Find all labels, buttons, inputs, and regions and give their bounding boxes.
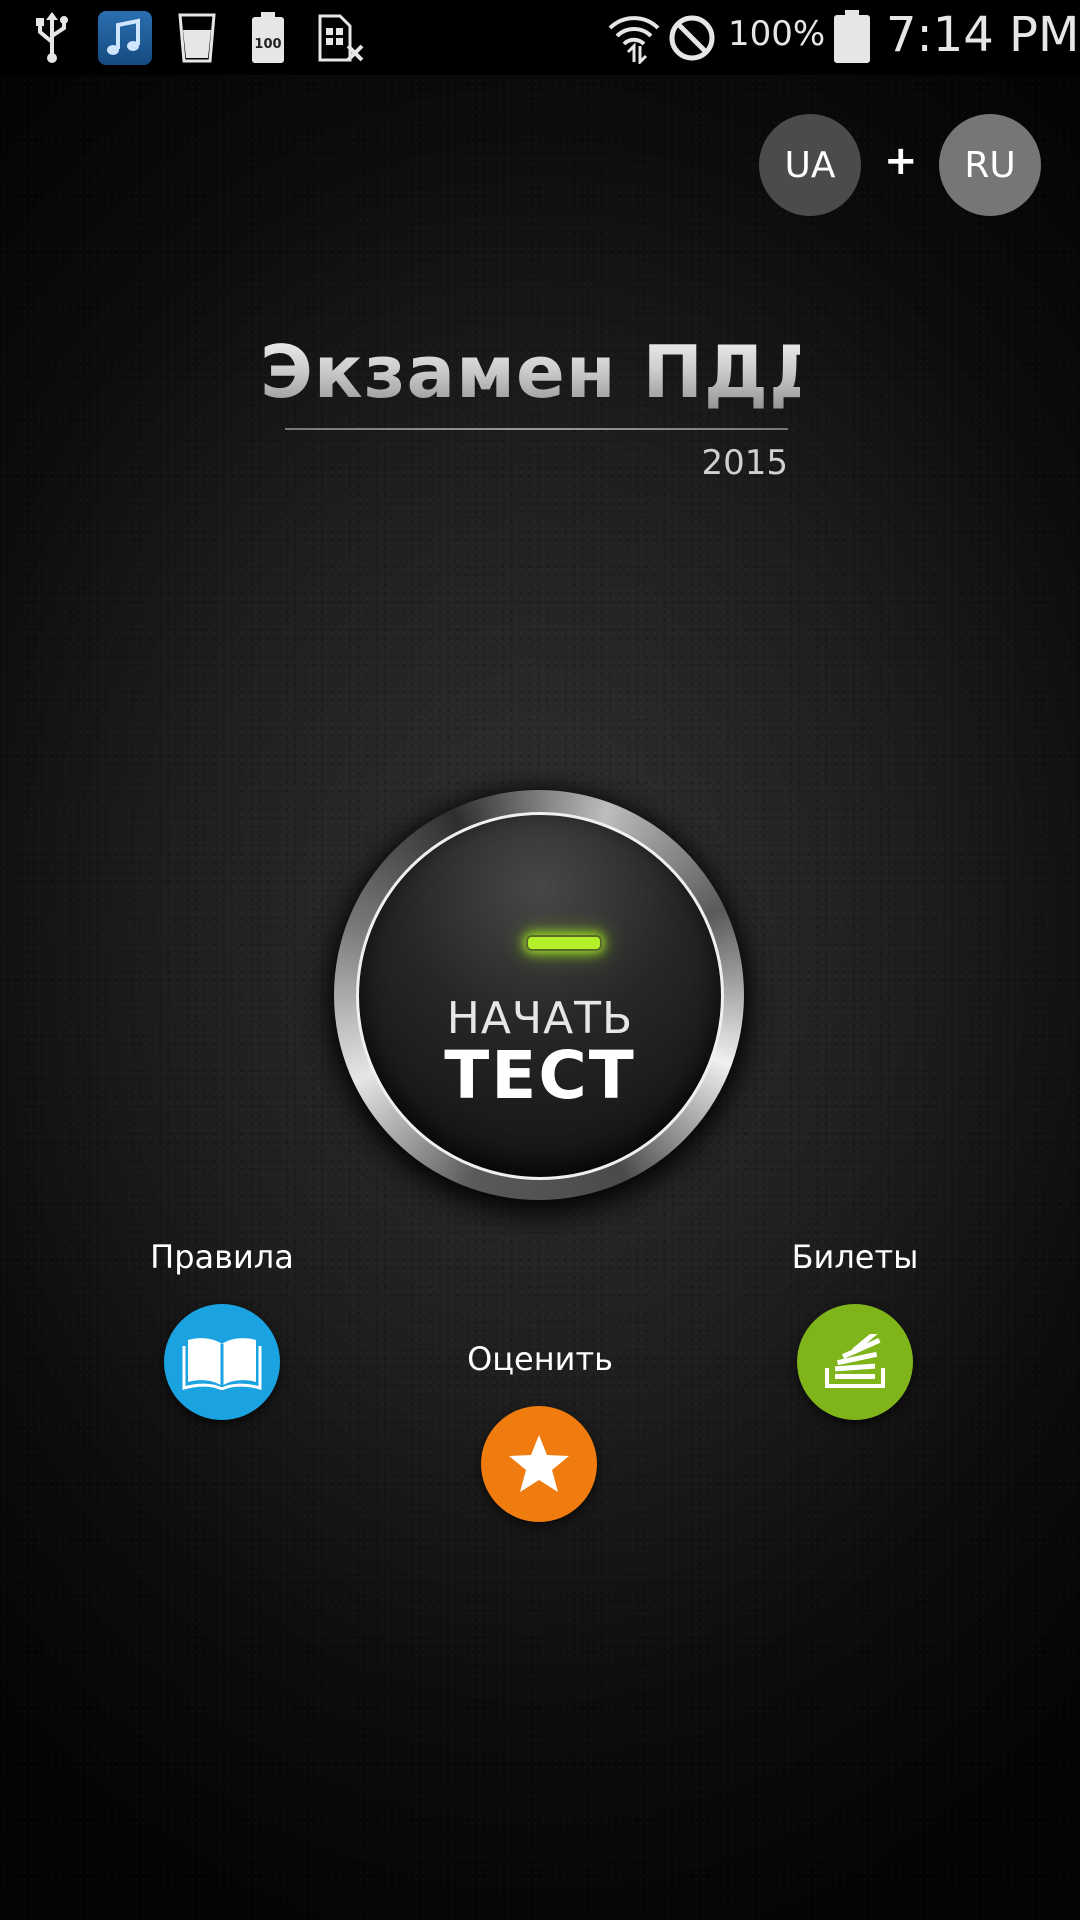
status-bar: 100 100% 7:14 PM — [0, 0, 1080, 75]
app-screen: 100 100% 7:14 PM UA + RU Экзамен ПДД 201… — [0, 0, 1080, 1920]
rate-button[interactable] — [481, 1406, 597, 1522]
usb-icon — [36, 12, 68, 63]
music-icon — [98, 11, 152, 65]
battery-100-icon: 100 — [252, 12, 284, 63]
indicator-light — [526, 935, 602, 951]
rules-button[interactable] — [164, 1304, 280, 1420]
sim-off-icon — [318, 14, 364, 62]
battery-percent: 100% — [728, 14, 826, 54]
start-test-label-bottom: ТЕСТ — [444, 1037, 636, 1114]
do-not-disturb-icon — [669, 15, 715, 61]
battery-icon — [834, 10, 870, 63]
clock: 7:14 PM — [886, 7, 1080, 63]
tickets-label: Билеты — [791, 1238, 919, 1276]
language-ru-button[interactable]: RU — [939, 114, 1041, 216]
book-icon — [182, 1338, 262, 1390]
rules-label: Правила — [150, 1238, 294, 1276]
rate-label: Оценить — [467, 1340, 613, 1378]
tickets-button[interactable] — [797, 1304, 913, 1420]
water-glass-icon — [178, 13, 216, 63]
language-ua-button[interactable]: UA — [759, 114, 861, 216]
app-title: Экзамен ПДД — [260, 330, 835, 414]
app-year: 2015 — [701, 443, 788, 483]
start-test-button[interactable]: НАЧАТЬ ТЕСТ — [334, 790, 744, 1200]
title-divider — [285, 428, 788, 430]
language-plus: + — [884, 138, 918, 184]
start-test-face: НАЧАТЬ ТЕСТ — [356, 812, 724, 1180]
wifi-icon — [608, 16, 660, 64]
svg-text:100: 100 — [254, 37, 281, 52]
stack-icon — [825, 1334, 885, 1388]
star-icon — [509, 1435, 569, 1492]
